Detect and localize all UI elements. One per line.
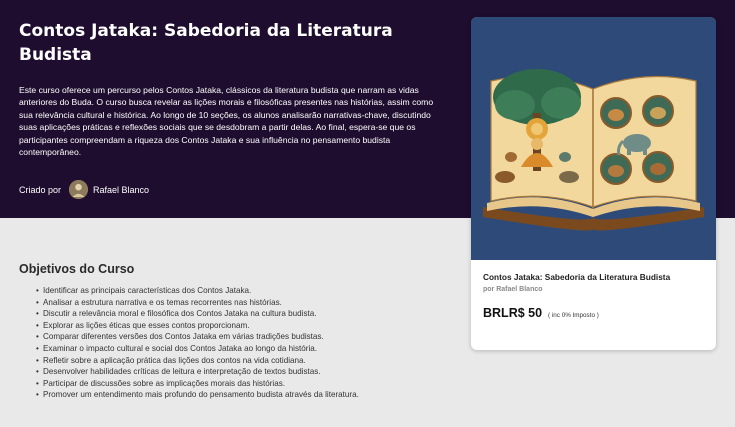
- list-item: Desenvolver habilidades críticas de leit…: [36, 366, 359, 378]
- list-item: Promover um entendimento mais profundo d…: [36, 389, 359, 401]
- creator-row: Criado por Rafael Blanco: [19, 180, 149, 199]
- list-item: Comparar diferentes versões dos Contos J…: [36, 331, 359, 343]
- course-title: Contos Jataka: Sabedoria da Literatura B…: [19, 21, 393, 65]
- created-by-label: Criado por: [19, 184, 62, 195]
- card-author: por Rafael Blanco: [483, 286, 543, 293]
- list-item: Analisar a estrutura narrativa e os tema…: [36, 297, 359, 309]
- list-item: Explorar as lições éticas que esses cont…: [36, 320, 359, 332]
- course-card[interactable]: Contos Jataka: Sabedoria da Literatura B…: [471, 17, 716, 350]
- open-book-illustration-icon: [471, 17, 716, 260]
- objectives-section: Objetivos do Curso Identificar as princi…: [19, 262, 359, 401]
- author-name[interactable]: Rafael Blanco: [93, 185, 149, 195]
- card-body: Contos Jataka: Sabedoria da Literatura B…: [471, 260, 716, 320]
- price-row: BRLR$ 50 ( inc 0% Imposto ): [483, 306, 704, 320]
- list-item: Examinar o impacto cultural e social dos…: [36, 343, 359, 355]
- list-item: Refletir sobre a aplicação prática das l…: [36, 355, 359, 367]
- list-item: Identificar as principais característica…: [36, 285, 359, 297]
- course-description: Este curso oferece um percurso pelos Con…: [19, 85, 434, 158]
- card-title[interactable]: Contos Jataka: Sabedoria da Literatura B…: [483, 272, 704, 282]
- objectives-list: Identificar as principais característica…: [36, 285, 359, 401]
- card-price: BRLR$ 50: [483, 306, 543, 320]
- card-tax-note: ( inc 0% Imposto ): [548, 312, 599, 319]
- list-item: Participar de discussões sobre as implic…: [36, 378, 359, 390]
- avatar[interactable]: [69, 180, 89, 199]
- list-item: Discutir a relevância moral e filosófica…: [36, 308, 359, 320]
- objectives-heading: Objetivos do Curso: [19, 262, 135, 276]
